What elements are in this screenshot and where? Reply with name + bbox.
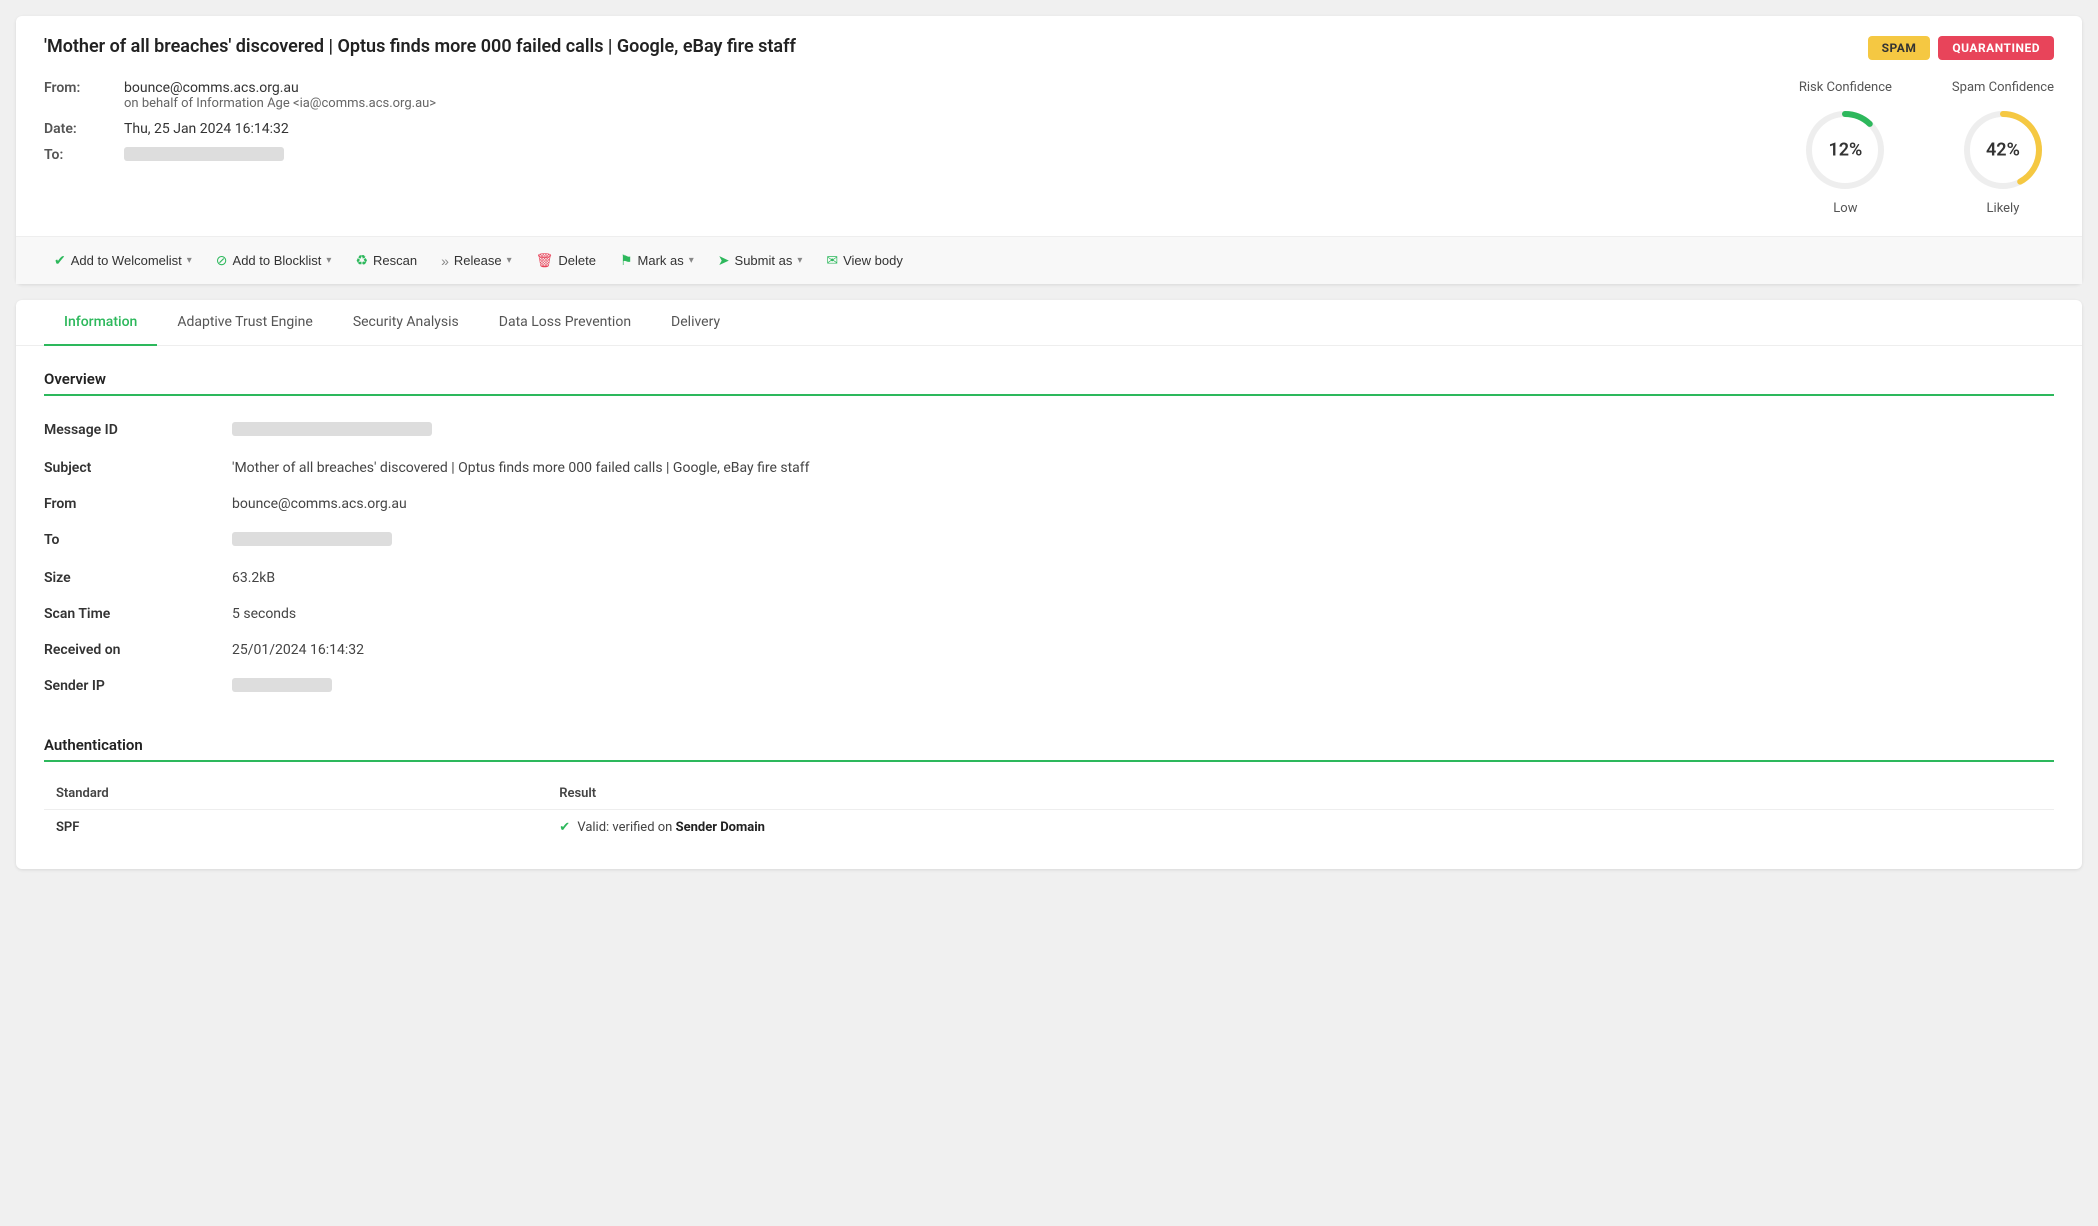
col-standard: Standard xyxy=(44,778,547,810)
table-row: From bounce@comms.acs.org.au xyxy=(44,486,2054,522)
submit-as-button[interactable]: ➤ Submit as ▾ xyxy=(708,247,813,274)
tab-security-analysis[interactable]: Security Analysis xyxy=(333,300,479,346)
table-row: SPF ✔ Valid: verified on Sender Domain xyxy=(44,810,2054,846)
spf-result: ✔ Valid: verified on Sender Domain xyxy=(547,810,2054,846)
scan-time-label: Scan Time xyxy=(44,596,224,632)
rescan-icon: ♻ xyxy=(355,252,368,269)
quarantined-badge: QUARANTINED xyxy=(1938,36,2054,60)
welcomelist-chevron: ▾ xyxy=(187,255,192,266)
mark-as-icon: ⚑ xyxy=(620,252,633,269)
welcomelist-icon: ✔ xyxy=(54,252,66,269)
delete-icon: 🗑 xyxy=(536,252,554,269)
mark-as-chevron: ▾ xyxy=(689,255,694,266)
from-value: bounce@comms.acs.org.au xyxy=(224,486,2054,522)
message-id-value xyxy=(224,412,2054,450)
email-subject: 'Mother of all breaches' discovered | Op… xyxy=(44,36,1848,57)
spf-bold-text: Sender Domain xyxy=(676,820,765,835)
welcomelist-label: Add to Welcomelist xyxy=(71,253,182,268)
release-label: Release xyxy=(454,253,502,268)
to-label: To: xyxy=(44,147,124,163)
risk-value: 12% xyxy=(1828,140,1862,161)
overview-title: Overview xyxy=(44,370,2054,388)
size-value: 63.2kB xyxy=(224,560,2054,596)
auth-table: Standard Result SPF ✔ Valid: verified on… xyxy=(44,778,2054,845)
view-body-label: View body xyxy=(843,253,903,268)
col-result: Result xyxy=(547,778,2054,810)
badge-group: SPAM QUARANTINED xyxy=(1868,36,2054,60)
rescan-label: Rescan xyxy=(373,253,417,268)
scan-time-value: 5 seconds xyxy=(224,596,2054,632)
table-row: Received on 25/01/2024 16:14:32 xyxy=(44,632,2054,668)
auth-title: Authentication xyxy=(44,736,2054,754)
date-value: Thu, 25 Jan 2024 16:14:32 xyxy=(124,121,289,137)
risk-confidence: Risk Confidence 12% Low xyxy=(1799,80,1892,216)
to-value xyxy=(224,522,2054,560)
tab-adaptive-trust[interactable]: Adaptive Trust Engine xyxy=(157,300,333,346)
received-on-label: Received on xyxy=(44,632,224,668)
subject-value: 'Mother of all breaches' discovered | Op… xyxy=(224,450,2054,486)
tab-delivery[interactable]: Delivery xyxy=(651,300,740,346)
risk-gauge: 12% xyxy=(1800,105,1890,195)
blocklist-icon: ⊘ xyxy=(216,252,228,269)
tab-information[interactable]: Information xyxy=(44,300,157,346)
tab-dlp[interactable]: Data Loss Prevention xyxy=(479,300,651,346)
blocklist-label: Add to Blocklist xyxy=(233,253,322,268)
subject-label: Subject xyxy=(44,450,224,486)
view-body-button[interactable]: ✉ View body xyxy=(816,247,912,274)
blocklist-button[interactable]: ⊘ Add to Blocklist ▾ xyxy=(206,247,342,274)
table-row: Message ID xyxy=(44,412,2054,450)
rescan-button[interactable]: ♻ Rescan xyxy=(345,247,427,274)
from-value: bounce@comms.acs.org.au on behalf of Inf… xyxy=(124,80,436,111)
table-row: Size 63.2kB xyxy=(44,560,2054,596)
tabs-bar: Information Adaptive Trust Engine Securi… xyxy=(16,300,2082,346)
submit-as-icon: ➤ xyxy=(718,252,730,269)
message-id-label: Message ID xyxy=(44,412,224,450)
blocklist-chevron: ▾ xyxy=(326,255,331,266)
spf-result-text: Valid: verified on xyxy=(577,820,672,835)
to-label: To xyxy=(44,522,224,560)
spf-label: SPF xyxy=(44,810,547,846)
sender-ip-value xyxy=(224,668,2054,706)
view-body-icon: ✉ xyxy=(826,252,838,269)
table-row: To xyxy=(44,522,2054,560)
table-row: Subject 'Mother of all breaches' discove… xyxy=(44,450,2054,486)
submit-as-label: Submit as xyxy=(735,253,793,268)
release-button[interactable]: » Release ▾ xyxy=(431,248,522,274)
spam-gauge: 42% xyxy=(1958,105,2048,195)
spam-sublabel: Likely xyxy=(1952,201,2054,216)
received-on-value: 25/01/2024 16:14:32 xyxy=(224,632,2054,668)
overview-table: Message ID Subject 'Mother of all breach… xyxy=(44,412,2054,706)
valid-check-icon: ✔ xyxy=(559,820,570,835)
welcomelist-button[interactable]: ✔ Add to Welcomelist ▾ xyxy=(44,247,202,274)
risk-sublabel: Low xyxy=(1799,201,1892,216)
toolbar: ✔ Add to Welcomelist ▾ ⊘ Add to Blocklis… xyxy=(16,236,2082,284)
table-row: Scan Time 5 seconds xyxy=(44,596,2054,632)
to-value xyxy=(124,147,284,165)
spam-confidence: Spam Confidence 42% Likely xyxy=(1952,80,2054,216)
content-area: Overview Message ID Subject 'Mother of a… xyxy=(16,346,2082,869)
from-label: From xyxy=(44,486,224,522)
size-label: Size xyxy=(44,560,224,596)
mark-as-button[interactable]: ⚑ Mark as ▾ xyxy=(610,247,704,274)
date-label: Date: xyxy=(44,121,124,137)
submit-as-chevron: ▾ xyxy=(797,255,802,266)
meta-fields: From: bounce@comms.acs.org.au on behalf … xyxy=(44,80,1759,175)
mark-as-label: Mark as xyxy=(638,253,684,268)
release-chevron: ▾ xyxy=(507,255,512,266)
from-label: From: xyxy=(44,80,124,96)
spam-value: 42% xyxy=(1986,140,2020,161)
confidence-group: Risk Confidence 12% Low Spam Confidence xyxy=(1799,80,2054,216)
release-icon: » xyxy=(441,253,449,269)
sender-ip-label: Sender IP xyxy=(44,668,224,706)
delete-label: Delete xyxy=(558,253,596,268)
table-row: Sender IP xyxy=(44,668,2054,706)
spam-badge: SPAM xyxy=(1868,36,1931,60)
delete-button[interactable]: 🗑 Delete xyxy=(526,247,606,274)
